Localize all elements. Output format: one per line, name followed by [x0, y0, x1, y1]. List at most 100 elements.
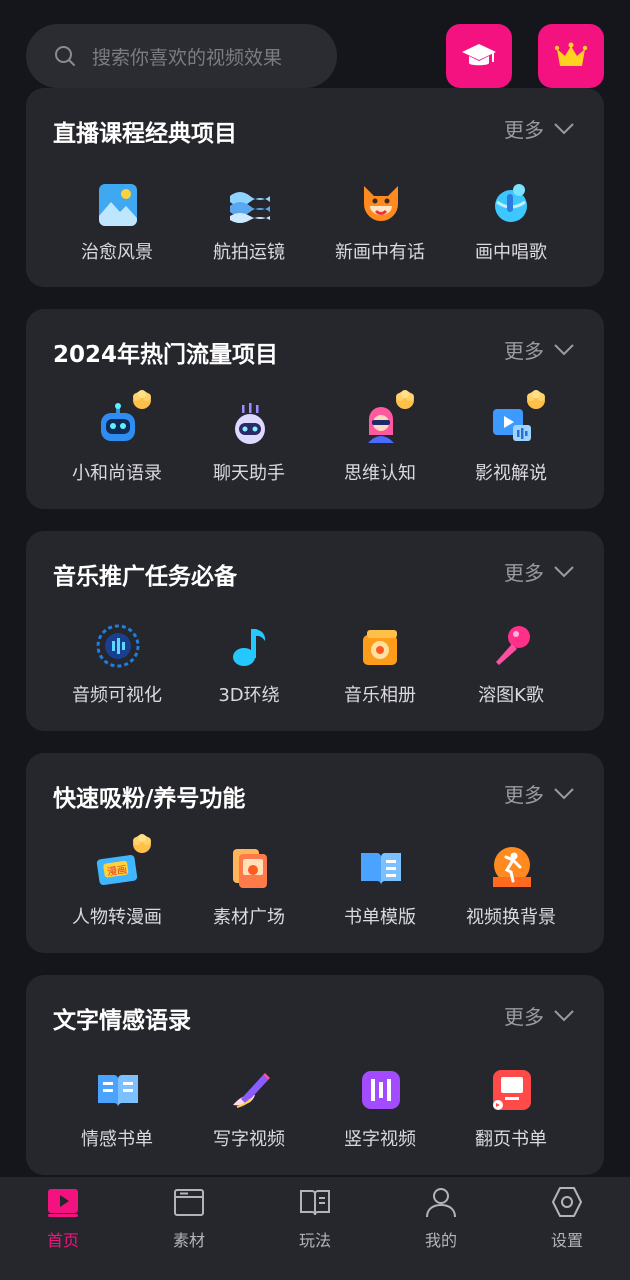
globe-ball-icon — [489, 180, 535, 226]
more-button[interactable]: 更多 — [504, 1001, 574, 1030]
feature-label: 画中唱歌 — [475, 242, 547, 263]
feature-label: 治愈风景 — [81, 242, 153, 263]
feature-label: 小和尚语录 — [72, 463, 162, 484]
more-button[interactable]: 更多 — [504, 557, 574, 586]
more-button[interactable]: 更多 — [504, 335, 574, 364]
tab-settings[interactable]: 设置 — [504, 1177, 630, 1280]
section-card: 文字情感语录 更多情感书单 写字视频 竖字视频 翻页书单 — [26, 975, 604, 1175]
section-header: 2024年热门流量项目 更多 — [26, 309, 604, 393]
landscape-icon — [95, 180, 141, 226]
feature-label: 思维认知 — [344, 463, 416, 484]
section-items: 治愈风景 航拍运镜 新画中有话 画中唱歌 — [26, 172, 604, 282]
feature-label: 人物转漫画 — [72, 907, 162, 928]
feature-item[interactable]: 思维认知 — [314, 390, 446, 503]
feature-label: 视频换背景 — [466, 907, 556, 928]
page-flip-book-icon — [489, 1067, 535, 1113]
music-note-icon — [227, 623, 273, 669]
tab-label: 玩法 — [298, 1231, 331, 1250]
tab-materials[interactable]: 素材 — [126, 1177, 252, 1280]
search-icon — [55, 46, 75, 66]
chevron-down-icon — [554, 787, 574, 799]
pen-writing-icon — [227, 1067, 273, 1113]
feature-item[interactable]: 3D环绕 — [183, 615, 315, 725]
tab-label: 我的 — [424, 1231, 457, 1250]
section-card: 快速吸粉/养号功能 更多漫画 人物转漫画素材广场 书单模版 视频换背景 — [26, 753, 604, 953]
music-album-icon — [358, 623, 404, 669]
feature-item[interactable]: 写字视频 — [183, 1059, 315, 1169]
search-bar[interactable]: 搜索你喜欢的视频效果 — [26, 24, 337, 88]
feature-item[interactable]: 聊天助手 — [183, 393, 315, 503]
feature-label: 航拍运镜 — [213, 242, 285, 263]
section-title: 快速吸粉/养号功能 — [53, 786, 246, 812]
vertical-text-icon — [358, 1067, 404, 1113]
section-title: 直播课程经典项目 — [53, 121, 237, 147]
dancer-background-icon — [489, 845, 535, 891]
feature-item[interactable]: 书单模版 — [314, 837, 446, 947]
more-label: 更多 — [504, 783, 544, 807]
feature-label: 音乐相册 — [344, 685, 416, 706]
aerial-waves-icon — [227, 180, 273, 226]
microphone-icon — [489, 623, 535, 669]
feature-item[interactable]: 音频可视化 — [51, 615, 183, 725]
feature-item[interactable]: 情感书单 — [51, 1059, 183, 1169]
feature-label: 聊天助手 — [213, 463, 285, 484]
feature-item[interactable]: 新画中有话 — [314, 172, 446, 282]
feature-item[interactable]: 小和尚语录 — [51, 390, 183, 503]
crown-icon — [554, 42, 588, 66]
feature-item[interactable]: 治愈风景 — [51, 172, 183, 282]
section-items: 漫画 人物转漫画素材广场 书单模版 视频换背景 — [26, 834, 604, 947]
chat-robot-icon — [227, 401, 273, 447]
feature-label: 音频可视化 — [72, 685, 162, 706]
vip-button[interactable] — [538, 24, 604, 88]
feature-item[interactable]: 溶图K歌 — [445, 615, 577, 725]
feature-item[interactable]: 视频换背景 — [445, 837, 577, 947]
feature-label: 3D环绕 — [218, 685, 280, 706]
more-label: 更多 — [504, 1005, 544, 1029]
more-button[interactable]: 更多 — [504, 779, 574, 808]
material-cards-icon — [227, 845, 273, 891]
chevron-down-icon — [554, 565, 574, 577]
audio-visualizer-icon — [95, 623, 141, 669]
chevron-down-icon — [554, 1009, 574, 1021]
feature-label: 影视解说 — [475, 463, 547, 484]
fox-icon — [358, 180, 404, 226]
feature-label: 竖字视频 — [344, 1129, 416, 1150]
feature-item[interactable]: 影视解说 — [445, 390, 577, 503]
home-play-icon — [46, 1185, 80, 1219]
section-title: 文字情感语录 — [53, 1008, 191, 1034]
feature-item[interactable]: 画中唱歌 — [445, 172, 577, 282]
section-items: 小和尚语录 聊天助手 思维认知 影视解说 — [26, 390, 604, 503]
feature-item[interactable]: 航拍运镜 — [183, 172, 315, 282]
feature-label: 新画中有话 — [335, 242, 425, 263]
tab-gameplay[interactable]: 玩法 — [252, 1177, 378, 1280]
feature-label: 情感书单 — [81, 1129, 153, 1150]
tab-label: 设置 — [550, 1231, 583, 1250]
feature-item[interactable]: 翻页书单 — [445, 1059, 577, 1169]
book-icon — [298, 1185, 332, 1219]
feature-item[interactable]: 素材广场 — [183, 837, 315, 947]
academy-button[interactable] — [446, 24, 512, 88]
section-header: 文字情感语录 更多 — [26, 975, 604, 1059]
tab-mine[interactable]: 我的 — [378, 1177, 504, 1280]
hot-badge-icon — [131, 389, 153, 411]
chevron-down-icon — [554, 122, 574, 134]
search-placeholder: 搜索你喜欢的视频效果 — [92, 46, 283, 69]
section-header: 直播课程经典项目 更多 — [26, 88, 604, 172]
more-button[interactable]: 更多 — [504, 114, 574, 143]
section-items: 音频可视化 3D环绕 音乐相册 溶图K歌 — [26, 615, 604, 725]
feature-item[interactable]: 竖字视频 — [314, 1059, 446, 1169]
feature-label: 写字视频 — [213, 1129, 285, 1150]
section-header: 音乐推广任务必备 更多 — [26, 531, 604, 615]
feature-item[interactable]: 音乐相册 — [314, 615, 446, 725]
folder-icon — [172, 1185, 206, 1219]
section-header: 快速吸粉/养号功能 更多 — [26, 753, 604, 837]
more-label: 更多 — [504, 118, 544, 142]
more-label: 更多 — [504, 339, 544, 363]
feature-label: 素材广场 — [213, 907, 285, 928]
feature-item[interactable]: 漫画 人物转漫画 — [51, 834, 183, 947]
user-icon — [424, 1185, 458, 1219]
tab-home[interactable]: 首页 — [0, 1177, 126, 1280]
section-title: 2024年热门流量项目 — [53, 342, 279, 368]
section-title: 音乐推广任务必备 — [53, 564, 237, 590]
bottom-tab-bar: 首页 素材 玩法 我的 设置 — [0, 1177, 630, 1280]
